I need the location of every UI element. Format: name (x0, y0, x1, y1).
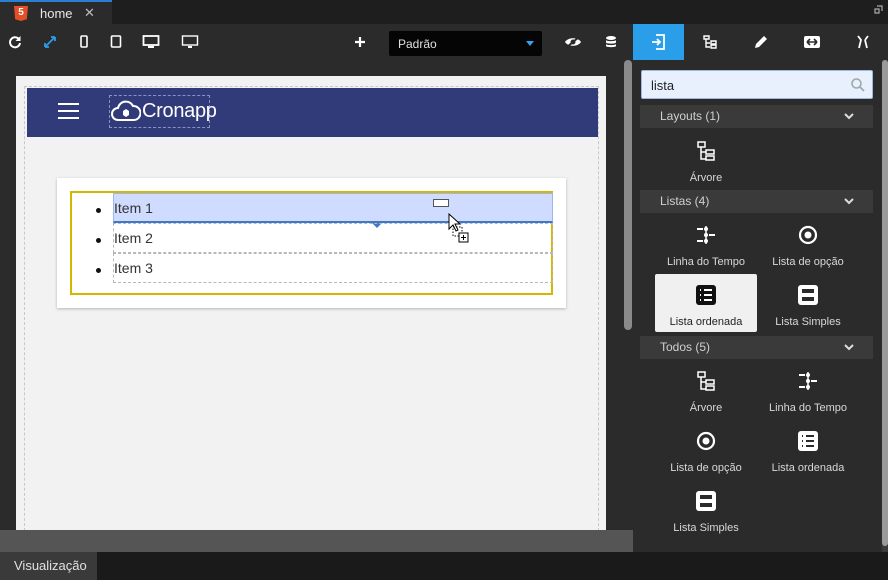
search-icon[interactable] (850, 77, 866, 93)
tab-home[interactable]: 5 home ✕ (0, 0, 112, 24)
component-search[interactable] (641, 70, 873, 99)
list-item-text: Item 2 (114, 230, 153, 246)
component-lista-simples[interactable]: Lista Simples (757, 274, 859, 332)
component-linha-do-tempo[interactable]: Linha do Tempo (757, 360, 859, 418)
panel-scrollbar[interactable] (882, 60, 888, 552)
section-label: Layouts (1) (660, 109, 721, 123)
component-label: Lista Simples (673, 522, 739, 534)
timeline-icon (697, 226, 715, 244)
tab-tree[interactable] (684, 24, 735, 60)
component-lista-de-opcao[interactable]: Lista de opção (655, 420, 757, 478)
tab-tools[interactable] (837, 24, 888, 60)
list-card[interactable]: Item 1 Item 2 Item 3 (57, 178, 566, 308)
theme-select-value: Padrão (398, 37, 437, 51)
drag-copy-cursor-icon (448, 212, 472, 245)
page-preview[interactable]: Cronapp Item 1 Item 2 Item 3 (16, 76, 606, 536)
pencil-icon (754, 36, 767, 48)
components-icon (651, 34, 665, 50)
database-icon[interactable] (601, 32, 621, 52)
component-label: Lista de opção (670, 462, 742, 474)
app-logo[interactable]: Cronapp (109, 95, 217, 128)
section-todos[interactable]: Todos (5) (640, 336, 873, 359)
tab-visualizacao[interactable]: Visualização (0, 552, 97, 580)
chevron-down-icon (844, 198, 854, 205)
chevron-down-icon (844, 113, 854, 120)
timeline-icon (799, 372, 817, 390)
component-lista-ordenada[interactable]: Lista ordenada (757, 420, 859, 478)
component-label: Lista de opção (772, 256, 844, 268)
chevron-down-icon (844, 344, 854, 351)
list-item[interactable]: Item 2 (113, 223, 553, 253)
page-container-outline (24, 86, 599, 536)
list-bullet (96, 238, 101, 243)
radio-icon (798, 225, 818, 245)
tab-components[interactable] (633, 24, 684, 60)
simple-list-icon (696, 491, 716, 511)
html5-icon: 5 (14, 6, 28, 21)
radio-icon (696, 431, 716, 451)
list-bullet (96, 208, 101, 213)
tree-icon (697, 141, 715, 161)
tools-icon (856, 35, 869, 49)
monitor-icon[interactable] (180, 32, 200, 52)
status-bar: Visualização (0, 552, 888, 580)
canvas-scrollbar[interactable] (624, 60, 632, 330)
panel-tabs (633, 24, 888, 60)
section-label: Listas (4) (660, 194, 710, 208)
search-input[interactable] (651, 76, 841, 94)
component-label: Árvore (689, 172, 723, 184)
component-lista-ordenada[interactable]: Lista ordenada (655, 274, 757, 332)
refresh-icon[interactable] (5, 32, 25, 52)
component-label: Linha do Tempo (666, 256, 746, 268)
tablet-icon[interactable] (106, 32, 126, 52)
designer-toolbar: Padrão (0, 24, 633, 60)
components-panel: Layouts (1) Árvore Listas (4) Linha do T… (633, 60, 888, 552)
component-arvore[interactable]: Árvore (655, 360, 757, 418)
close-icon[interactable]: ✕ (84, 5, 95, 21)
section-label: Todos (5) (660, 340, 711, 354)
list-item[interactable]: Item 1 (113, 193, 553, 228)
canvas-horizontal-scroll[interactable] (0, 530, 633, 552)
tab-edit[interactable] (735, 24, 786, 60)
section-listas[interactable]: Listas (4) (640, 190, 873, 213)
component-lista-de-opcao[interactable]: Lista de opção (757, 214, 859, 272)
tree-icon (702, 35, 717, 49)
logo-text: Cronapp (142, 100, 217, 122)
app-navbar[interactable]: Cronapp (27, 88, 598, 137)
theme-select[interactable]: Padrão (389, 31, 542, 56)
restore-icon[interactable] (874, 5, 883, 14)
list-item[interactable]: Item 3 (113, 253, 553, 283)
add-icon[interactable] (350, 32, 370, 52)
menu-icon[interactable] (58, 103, 79, 119)
cloud-logo-icon (111, 100, 141, 121)
component-lista-simples[interactable]: Lista Simples (655, 480, 757, 538)
list-item-text: Item 1 (114, 200, 153, 216)
tree-icon (697, 371, 715, 391)
fit-screen-icon[interactable] (40, 32, 60, 52)
resize-icon (803, 36, 820, 48)
visibility-off-icon[interactable] (563, 32, 583, 52)
desktop-icon[interactable] (141, 32, 161, 52)
component-label: Lista ordenada (669, 316, 743, 328)
ordered-list-icon (798, 431, 818, 451)
component-linha-do-tempo[interactable]: Linha do Tempo (655, 214, 757, 272)
phone-icon[interactable] (74, 32, 94, 52)
list-item-text: Item 3 (114, 260, 153, 276)
selected-list[interactable]: Item 1 Item 2 Item 3 (70, 191, 553, 295)
component-arvore[interactable]: Árvore (655, 130, 757, 188)
component-label: Lista Simples (775, 316, 841, 328)
ordered-list-icon (696, 285, 716, 305)
chevron-down-icon (526, 41, 534, 46)
editor-tabbar: 5 home ✕ (0, 0, 888, 24)
list-bullet (96, 268, 101, 273)
design-canvas: Cronapp Item 1 Item 2 Item 3 (0, 60, 633, 536)
drop-placeholder-icon (433, 199, 449, 207)
component-label: Árvore (689, 402, 723, 414)
simple-list-icon (798, 285, 818, 305)
section-layouts[interactable]: Layouts (1) (640, 105, 873, 128)
tab-title: home (40, 6, 73, 21)
component-label: Linha do Tempo (768, 402, 848, 414)
tab-resize[interactable] (786, 24, 837, 60)
component-label: Lista ordenada (771, 462, 845, 474)
